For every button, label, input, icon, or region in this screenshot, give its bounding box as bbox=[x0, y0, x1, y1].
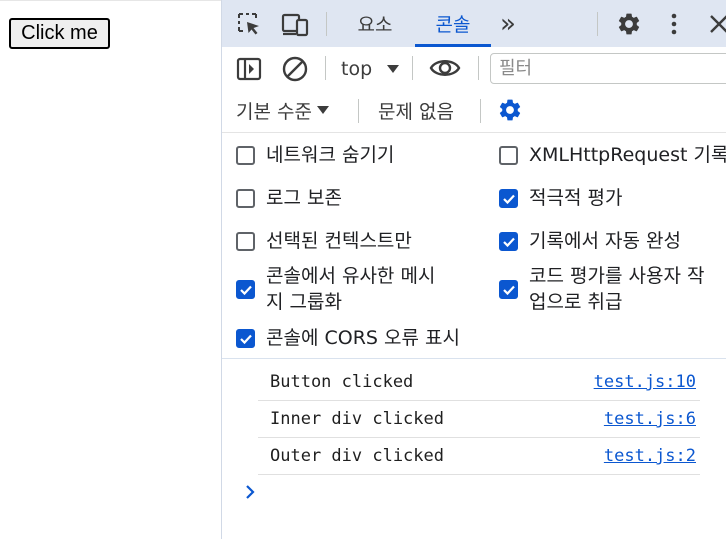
filter-input[interactable] bbox=[490, 53, 726, 84]
option-group-similar[interactable]: 콘솔에서 유사한 메시 지 그룹화 bbox=[236, 263, 435, 315]
inspected-page: Click me bbox=[0, 0, 221, 539]
option-autocomplete-from-history[interactable]: 기록에서 자동 완성 bbox=[499, 228, 681, 254]
live-expression-eye-icon[interactable] bbox=[429, 55, 461, 81]
console-message-text: Button clicked bbox=[270, 372, 414, 392]
option-eager-evaluation[interactable]: 적극적 평가 bbox=[499, 185, 622, 211]
option-label-line: 지 그룹화 bbox=[266, 291, 342, 313]
source-link[interactable]: test.js:6 bbox=[604, 409, 700, 429]
option-label: 적극적 평가 bbox=[529, 187, 623, 209]
option-show-cors-errors[interactable]: 콘솔에 CORS 오류 표시 bbox=[236, 325, 460, 351]
log-level-value: 기본 수준 bbox=[236, 100, 312, 123]
sidebar-toggle-icon[interactable] bbox=[236, 56, 262, 82]
devtools-main-toolbar: 요소 콘솔 » bbox=[222, 0, 726, 47]
checkbox[interactable] bbox=[499, 146, 518, 165]
option-label-line: 콘솔에서 유사한 메시 bbox=[266, 265, 436, 287]
console-output: Button clicked test.js:10 Inner div clic… bbox=[222, 360, 726, 539]
click-me-button[interactable]: Click me bbox=[9, 18, 110, 49]
toolbar-divider bbox=[358, 99, 359, 123]
console-prompt-chevron-icon[interactable] bbox=[240, 480, 260, 504]
option-label: 로그 보존 bbox=[266, 187, 342, 209]
option-label-line: 코드 평가를 사용자 작 bbox=[529, 265, 705, 287]
console-message-text: Inner div clicked bbox=[270, 409, 444, 429]
toolbar-divider bbox=[412, 56, 413, 80]
dropdown-arrow-icon bbox=[316, 106, 329, 114]
option-selected-context-only[interactable]: 선택된 컨텍스트만 bbox=[236, 228, 412, 254]
option-label-line: 업으로 취급 bbox=[529, 291, 623, 313]
console-toolbar-secondary: 기본 수준 문제 없음 bbox=[222, 89, 726, 133]
tab-elements[interactable]: 요소 bbox=[344, 0, 406, 47]
tab-console[interactable]: 콘솔 bbox=[415, 0, 491, 47]
toolbar-divider bbox=[325, 56, 326, 80]
clear-console-icon[interactable] bbox=[281, 55, 309, 83]
option-label: 콘솔에 CORS 오류 표시 bbox=[266, 327, 460, 349]
console-settings-panel: 네트워크 숨기기 로그 보존 선택된 컨텍스트만 콘솔에서 유사한 메시 지 그… bbox=[222, 134, 726, 359]
checkbox[interactable] bbox=[499, 232, 518, 251]
log-level-dropdown[interactable]: 기본 수준 bbox=[236, 97, 330, 123]
option-label: 콘솔에서 유사한 메시 지 그룹화 bbox=[266, 263, 435, 315]
source-link[interactable]: test.js:2 bbox=[604, 446, 700, 466]
console-message-text: Outer div clicked bbox=[270, 446, 444, 466]
option-preserve-log[interactable]: 로그 보존 bbox=[236, 185, 342, 211]
page-top-border bbox=[0, 0, 221, 1]
toolbar-divider bbox=[478, 56, 479, 80]
source-link[interactable]: test.js:10 bbox=[594, 372, 700, 392]
settings-gear-icon[interactable] bbox=[614, 0, 644, 47]
close-icon[interactable] bbox=[704, 0, 726, 47]
checkbox[interactable] bbox=[499, 189, 518, 208]
checkbox[interactable] bbox=[236, 280, 255, 299]
console-message: Button clicked test.js:10 bbox=[258, 364, 700, 401]
toolbar-divider bbox=[326, 12, 327, 36]
device-toolbar-icon[interactable] bbox=[280, 0, 310, 47]
toolbar-divider bbox=[597, 12, 598, 36]
inspect-element-icon[interactable] bbox=[234, 0, 264, 47]
devtools-panel: 요소 콘솔 » top 필터 기본 수준 문제 없음 네트워크 숨기기 로그 보… bbox=[221, 0, 726, 539]
option-treat-code-as-user-action[interactable]: 코드 평가를 사용자 작 업으로 취급 bbox=[499, 263, 704, 315]
toolbar-divider bbox=[480, 99, 481, 123]
console-settings-gear-icon[interactable] bbox=[497, 97, 523, 123]
option-hide-network[interactable]: 네트워크 숨기기 bbox=[236, 142, 394, 168]
context-value: top bbox=[341, 58, 373, 80]
checkbox[interactable] bbox=[236, 329, 255, 348]
option-label: 기록에서 자동 완성 bbox=[529, 230, 681, 252]
checkbox[interactable] bbox=[236, 189, 255, 208]
context-selector[interactable]: top bbox=[341, 56, 400, 82]
option-log-xmlhttprequests[interactable]: XMLHttpRequest 기록 bbox=[499, 142, 726, 168]
option-label: 선택된 컨텍스트만 bbox=[266, 230, 412, 252]
dropdown-arrow-icon bbox=[387, 65, 400, 73]
more-options-icon[interactable] bbox=[662, 0, 686, 47]
issues-counter[interactable]: 문제 없음 bbox=[378, 97, 454, 123]
console-message: Inner div clicked test.js:6 bbox=[258, 401, 700, 438]
checkbox[interactable] bbox=[499, 280, 518, 299]
checkbox[interactable] bbox=[236, 232, 255, 251]
option-label: 코드 평가를 사용자 작 업으로 취급 bbox=[529, 263, 704, 315]
console-message: Outer div clicked test.js:2 bbox=[258, 438, 700, 475]
option-label: 네트워크 숨기기 bbox=[266, 144, 395, 166]
option-label: XMLHttpRequest 기록 bbox=[529, 144, 726, 166]
checkbox[interactable] bbox=[236, 146, 255, 165]
more-tabs-icon[interactable]: » bbox=[493, 0, 523, 47]
console-toolbar: top bbox=[222, 47, 726, 89]
